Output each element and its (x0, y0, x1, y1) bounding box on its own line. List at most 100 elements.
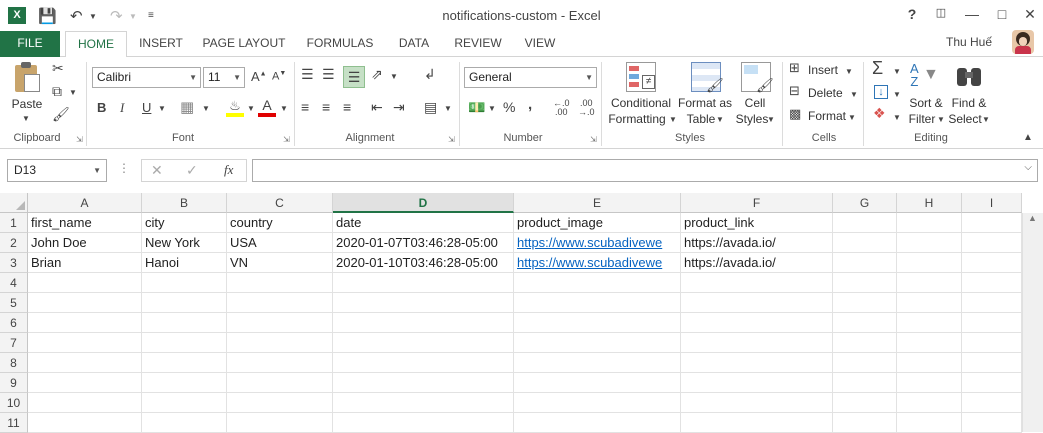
cell-c2[interactable]: USA (227, 233, 333, 253)
cell-d9[interactable] (333, 373, 514, 393)
increase-decimal-icon[interactable]: ←.0.00 (553, 99, 570, 117)
cell-c1[interactable]: country (227, 213, 333, 233)
cell-f3[interactable]: https://avada.io/ (681, 253, 833, 273)
cell-i7[interactable] (962, 333, 1022, 353)
cell-g9[interactable] (833, 373, 897, 393)
font-color-dropdown-icon[interactable]: ▼ (280, 104, 288, 113)
cancel-entry-icon[interactable]: ✕ (151, 162, 163, 179)
middle-align-icon[interactable]: ☰ (322, 66, 335, 83)
cell-b2[interactable]: New York (142, 233, 227, 253)
cell-f11[interactable] (681, 413, 833, 433)
cell-f6[interactable] (681, 313, 833, 333)
cell-e5[interactable] (514, 293, 681, 313)
cell-h5[interactable] (897, 293, 962, 313)
row-header-6[interactable]: 6 (0, 313, 28, 333)
cell-d11[interactable] (333, 413, 514, 433)
cell-e7[interactable] (514, 333, 681, 353)
cell-a2[interactable]: John Doe (28, 233, 142, 253)
borders-dropdown-icon[interactable]: ▼ (202, 104, 210, 113)
cell-g7[interactable] (833, 333, 897, 353)
paste-button[interactable]: Paste (8, 97, 46, 112)
cell-styles-icon[interactable]: 🖌 (741, 62, 774, 93)
tab-file[interactable]: FILE (0, 31, 60, 57)
find-binoculars-icon[interactable] (955, 62, 983, 88)
filter-funnel-icon[interactable]: ▼ (923, 66, 939, 84)
find-select-button-line2[interactable]: Select (946, 112, 984, 127)
accounting-format-icon[interactable]: 💵 (468, 99, 485, 116)
cell-h2[interactable] (897, 233, 962, 253)
column-header-g[interactable]: G (833, 193, 897, 213)
cell-h4[interactable] (897, 273, 962, 293)
column-header-b[interactable]: B (142, 193, 227, 213)
row-header-8[interactable]: 8 (0, 353, 28, 373)
cell-f2[interactable]: https://avada.io/ (681, 233, 833, 253)
cell-e6[interactable] (514, 313, 681, 333)
insert-function-button[interactable]: fx (224, 162, 233, 178)
paste-dropdown-icon[interactable]: ▼ (22, 114, 30, 123)
confirm-entry-icon[interactable]: ✓ (186, 162, 198, 179)
find-select-dropdown-icon[interactable]: ▼ (982, 115, 990, 124)
cell-i10[interactable] (962, 393, 1022, 413)
cell-b7[interactable] (142, 333, 227, 353)
percent-style-button[interactable]: % (503, 99, 515, 115)
row-header-10[interactable]: 10 (0, 393, 28, 413)
cell-i3[interactable] (962, 253, 1022, 273)
top-align-icon[interactable]: ☰ (301, 66, 314, 83)
cell-c10[interactable] (227, 393, 333, 413)
copy-icon[interactable]: ⧉ (52, 83, 62, 100)
autosum-icon[interactable]: Σ (872, 58, 883, 79)
tab-review[interactable]: REVIEW (448, 31, 508, 57)
cell-e9[interactable] (514, 373, 681, 393)
orientation-dropdown-icon[interactable]: ▼ (390, 72, 398, 81)
scroll-up-icon[interactable]: ▲ (1028, 213, 1037, 223)
row-header-7[interactable]: 7 (0, 333, 28, 353)
cell-g2[interactable] (833, 233, 897, 253)
comma-style-button[interactable]: , (528, 96, 532, 113)
cell-e4[interactable] (514, 273, 681, 293)
cell-a3[interactable]: Brian (28, 253, 142, 273)
cell-c8[interactable] (227, 353, 333, 373)
cell-e1[interactable]: product_image (514, 213, 681, 233)
cell-f10[interactable] (681, 393, 833, 413)
tab-home[interactable]: HOME (65, 31, 127, 58)
merge-center-icon[interactable]: ▤ (424, 99, 437, 116)
cell-a5[interactable] (28, 293, 142, 313)
delete-dropdown-icon[interactable]: ▼ (850, 90, 858, 99)
cell-b11[interactable] (142, 413, 227, 433)
align-right-icon[interactable]: ≡ (343, 99, 351, 115)
row-header-3[interactable]: 3 (0, 253, 28, 273)
center-icon[interactable]: ≡ (322, 99, 330, 115)
cell-a8[interactable] (28, 353, 142, 373)
cell-i11[interactable] (962, 413, 1022, 433)
format-cells-icon[interactable]: ▩ (789, 106, 801, 122)
decrease-indent-icon[interactable]: ⇤ (371, 99, 383, 116)
sort-filter-button[interactable]: Sort & (906, 96, 946, 111)
cell-f8[interactable] (681, 353, 833, 373)
conditional-formatting-icon[interactable]: ≠ (626, 62, 656, 92)
collapse-ribbon-icon[interactable]: ▲ (1023, 132, 1033, 143)
cell-a9[interactable] (28, 373, 142, 393)
cell-b6[interactable] (142, 313, 227, 333)
cell-a11[interactable] (28, 413, 142, 433)
font-size-combo[interactable]: 11 ▼ (203, 67, 245, 88)
fill-icon[interactable]: ↓ (874, 85, 888, 99)
format-dropdown-icon[interactable]: ▼ (848, 113, 856, 122)
font-color-icon[interactable]: A (258, 97, 276, 117)
number-launcher-icon[interactable]: ⇲ (590, 135, 597, 144)
cell-f4[interactable] (681, 273, 833, 293)
cell-b5[interactable] (142, 293, 227, 313)
row-header-2[interactable]: 2 (0, 233, 28, 253)
cell-d1[interactable]: date (333, 213, 514, 233)
cell-b10[interactable] (142, 393, 227, 413)
decrease-font-size-icon[interactable]: A▼ (272, 70, 286, 83)
cell-f1[interactable]: product_link (681, 213, 833, 233)
cell-b9[interactable] (142, 373, 227, 393)
row-header-9[interactable]: 9 (0, 373, 28, 393)
cell-b3[interactable]: Hanoi (142, 253, 227, 273)
cell-g6[interactable] (833, 313, 897, 333)
increase-font-size-icon[interactable]: A▲ (251, 69, 267, 84)
number-format-combo[interactable]: General ▼ (464, 67, 597, 88)
delete-cells-icon[interactable]: ⊟ (789, 83, 800, 99)
underline-button[interactable]: U (142, 100, 151, 115)
column-header-d[interactable]: D (333, 193, 514, 213)
